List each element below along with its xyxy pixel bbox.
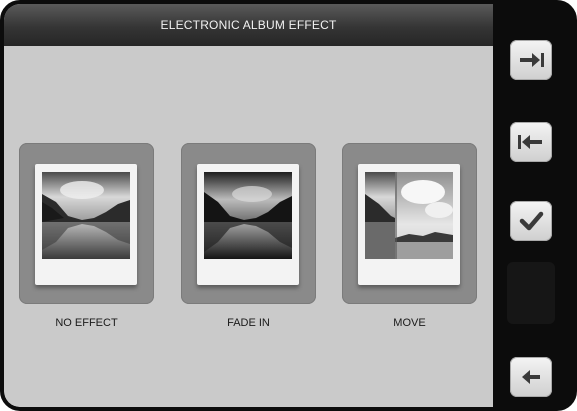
option-label-no-effect: NO EFFECT: [55, 317, 118, 329]
option-move[interactable]: [342, 143, 477, 304]
lake-mountain-photo: [42, 172, 130, 259]
confirm-button[interactable]: [510, 201, 552, 241]
page-title: ELECTRONIC ALBUM EFFECT: [160, 18, 337, 32]
next-button[interactable]: [510, 40, 552, 80]
option-label-fade-in: FADE IN: [227, 317, 270, 329]
option-no-effect[interactable]: [19, 143, 154, 304]
device-frame: ELECTRONIC ALBUM EFFECT NO EFFECT FADE I…: [0, 0, 577, 411]
arrow-right-bar-icon: [520, 53, 544, 67]
previous-button[interactable]: [510, 122, 552, 162]
main-panel: ELECTRONIC ALBUM EFFECT NO EFFECT FADE I…: [4, 4, 493, 407]
checkmark-icon: [519, 211, 544, 231]
arrow-left-bar-icon: [518, 135, 542, 149]
content-area: NO EFFECT FADE IN MOVE: [4, 46, 493, 407]
option-label-move: MOVE: [393, 317, 426, 329]
photo-frame: [358, 164, 460, 285]
option-fade-in[interactable]: [181, 143, 316, 304]
empty-button-slot: [507, 262, 555, 324]
lake-mountain-photo-sliding: [365, 172, 453, 259]
photo-frame: [197, 164, 299, 285]
back-button[interactable]: [510, 357, 552, 397]
header-bar: ELECTRONIC ALBUM EFFECT: [4, 4, 493, 46]
photo-frame: [35, 164, 137, 285]
back-arrow-icon: [522, 370, 540, 384]
lake-mountain-photo-dark: [204, 172, 292, 259]
